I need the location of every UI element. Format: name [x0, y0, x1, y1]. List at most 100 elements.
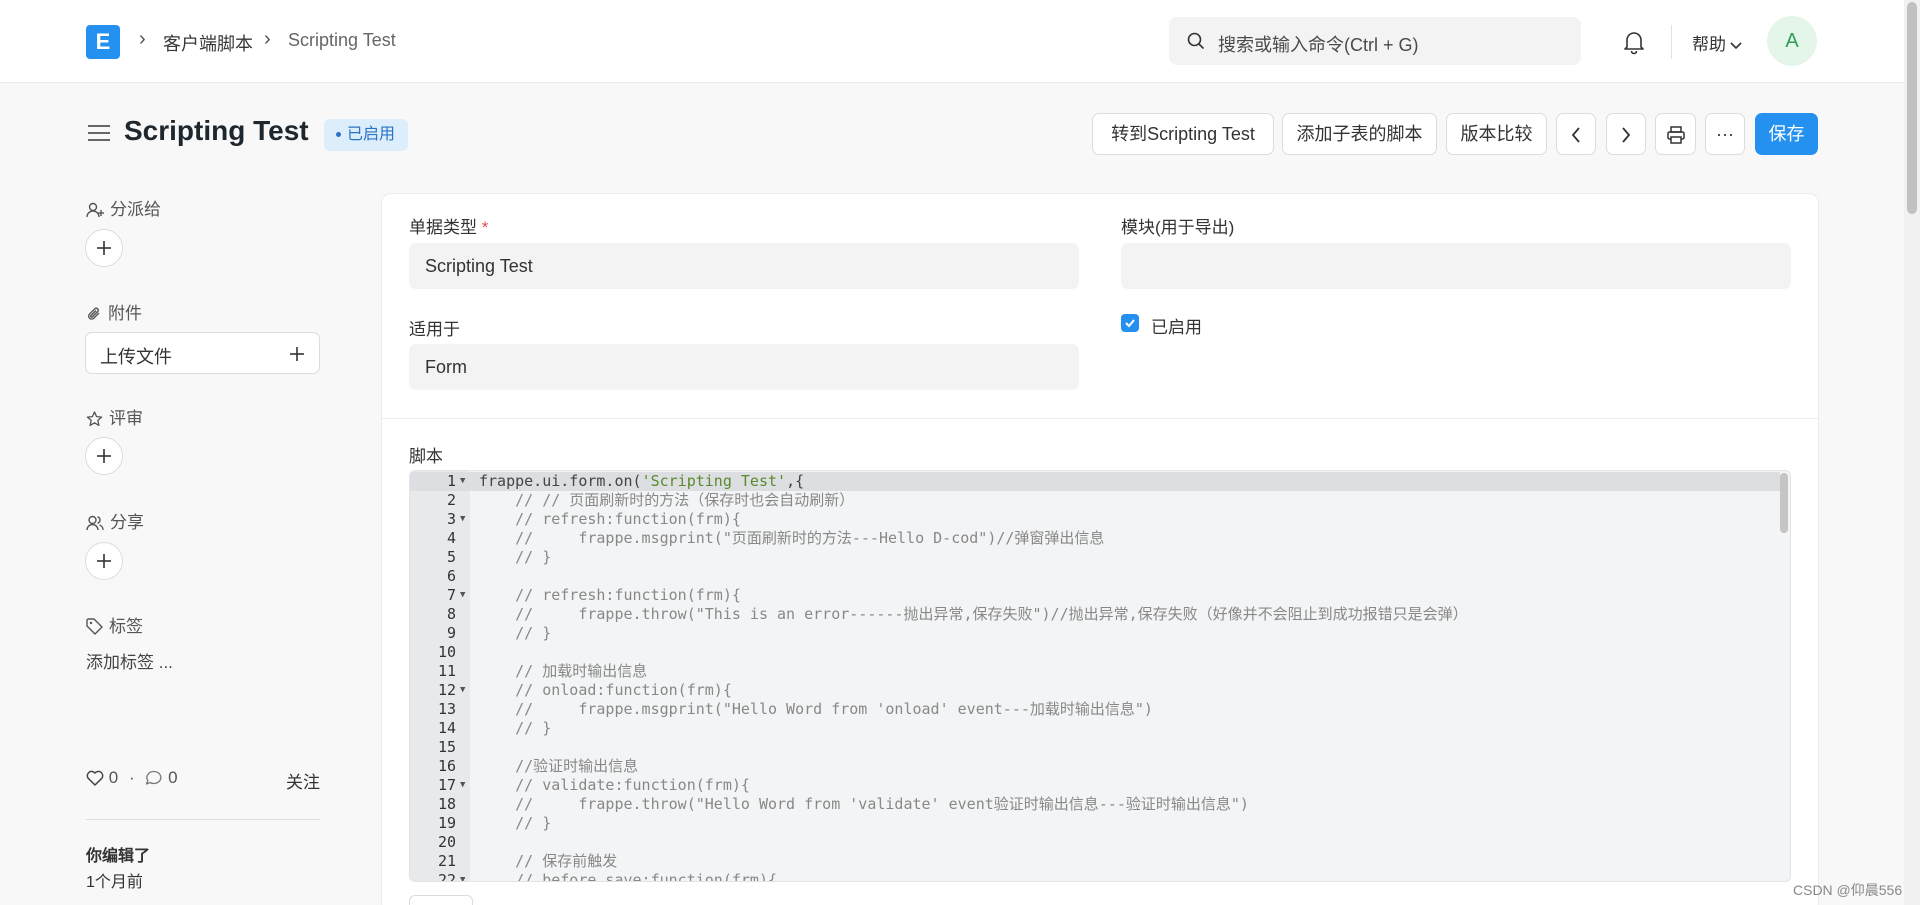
code-line[interactable]: 15 — [410, 738, 1780, 757]
line-number: 1 — [446, 472, 456, 490]
code-text: // } — [479, 719, 552, 737]
previous-button[interactable] — [1556, 113, 1596, 155]
chevron-right-icon — [1622, 127, 1631, 143]
status-dot — [336, 132, 341, 138]
help-menu[interactable]: 帮助 — [1692, 30, 1742, 55]
code-line[interactable]: 3 ▼ // refresh:function(frm){ — [410, 510, 1780, 529]
code-line[interactable]: 20 — [410, 833, 1780, 852]
apply-to-select[interactable]: Form — [409, 344, 1079, 390]
code-text: // before_save:function(frm){ — [479, 871, 778, 882]
code-line[interactable]: 10 — [410, 643, 1780, 662]
heart-icon[interactable] — [86, 770, 104, 786]
app-logo[interactable]: E — [86, 25, 120, 59]
required-asterisk: * — [481, 218, 489, 237]
attachments-section: 附件 — [86, 299, 142, 324]
fold-arrow-icon[interactable]: ▼ — [460, 510, 465, 529]
add-review-button[interactable] — [85, 437, 123, 475]
code-line[interactable]: 9 // } — [410, 624, 1780, 643]
line-number: 14 — [437, 719, 456, 737]
add-child-script-button[interactable]: 添加子表的脚本 — [1282, 113, 1437, 155]
comment-icon[interactable] — [145, 770, 163, 786]
code-line[interactable]: 11 // 加载时输出信息 — [410, 662, 1780, 681]
tags-label: 标签 — [109, 617, 143, 636]
code-text: // frappe.msgprint("Hello Word from 'onl… — [479, 700, 1153, 718]
line-number: 6 — [446, 567, 456, 585]
code-line[interactable]: 14 // } — [410, 719, 1780, 738]
comments-count: 0 — [168, 768, 178, 787]
code-line[interactable]: 17 ▼ // validate:function(frm){ — [410, 776, 1780, 795]
code-line[interactable]: 19 // } — [410, 814, 1780, 833]
line-number: 10 — [437, 643, 456, 661]
print-button[interactable] — [1655, 113, 1696, 155]
compare-versions-button[interactable]: 版本比较 — [1446, 113, 1547, 155]
next-button[interactable] — [1606, 113, 1646, 155]
code-line[interactable]: 1 ▼ frappe.ui.form.on('Scripting Test',{ — [410, 472, 1780, 491]
code-text: //验证时输出信息 — [479, 757, 639, 775]
code-line[interactable]: 16 //验证时输出信息 — [410, 757, 1780, 776]
code-editor[interactable]: 1 ▼ frappe.ui.form.on('Scripting Test',{2 … — [409, 470, 1791, 882]
line-number: 17 — [437, 776, 456, 794]
save-button[interactable]: 保存 — [1755, 113, 1818, 155]
script-label: 脚本 — [409, 447, 443, 466]
doctype-field[interactable]: Scripting Test — [409, 243, 1079, 289]
add-assignee-button[interactable] — [85, 229, 123, 267]
likes-comments: 0 · 0 — [86, 768, 178, 788]
tags-section: 标签 — [86, 612, 143, 637]
line-number: 9 — [446, 624, 456, 642]
code-text: // // 页面刷新时的方法（保存时也会自动刷新） — [479, 491, 855, 509]
code-line[interactable]: 12 ▼ // onload:function(frm){ — [410, 681, 1780, 700]
divider — [86, 819, 320, 820]
review-section: 评审 — [86, 404, 143, 429]
fold-arrow-icon[interactable]: ▼ — [460, 776, 465, 795]
code-line[interactable]: 13 // frappe.msgprint("Hello Word from '… — [410, 700, 1780, 719]
page-title: Scripting Test — [124, 115, 309, 146]
code-line[interactable]: 2 // // 页面刷新时的方法（保存时也会自动刷新） — [410, 491, 1780, 510]
attachments-label: 附件 — [108, 304, 142, 323]
avatar[interactable]: A — [1767, 16, 1817, 66]
module-field[interactable] — [1121, 243, 1791, 289]
fold-arrow-icon[interactable]: ▼ — [460, 681, 465, 700]
code-line[interactable]: 8 // frappe.throw("This is an error-----… — [410, 605, 1780, 624]
code-text: // validate:function(frm){ — [479, 776, 750, 794]
page-scrollbar[interactable] — [1904, 0, 1920, 905]
breadcrumb-client-script[interactable]: 客户端脚本 — [163, 30, 253, 56]
more-button[interactable]: ··· — [1705, 113, 1745, 155]
code-text: // frappe.throw("Hello Word from 'valida… — [479, 795, 1249, 813]
code-line[interactable]: 21 // 保存前触发 — [410, 852, 1780, 871]
add-share-button[interactable] — [85, 542, 123, 580]
upload-file-button[interactable]: 上传文件 — [85, 332, 320, 374]
line-number: 5 — [446, 548, 456, 566]
assign-label: 分派给 — [110, 200, 161, 219]
follow-link[interactable]: 关注 — [286, 768, 320, 793]
code-line[interactable]: 7 ▼ // refresh:function(frm){ — [410, 586, 1780, 605]
add-tag-link[interactable]: 添加标签 ... — [86, 648, 173, 673]
scrollbar-thumb[interactable] — [1907, 2, 1917, 214]
bell-icon[interactable] — [1622, 29, 1646, 55]
apply-to-label: 适用于 — [409, 320, 460, 339]
expand-button[interactable] — [409, 895, 473, 905]
code-line[interactable]: 5 // } — [410, 548, 1780, 567]
code-line[interactable]: 4 // frappe.msgprint("页面刷新时的方法---Hello D… — [410, 529, 1780, 548]
upload-label: 上传文件 — [100, 347, 172, 367]
hamburger-icon[interactable] — [88, 124, 110, 142]
enabled-label: 已启用 — [1151, 318, 1202, 337]
line-number: 21 — [437, 852, 456, 870]
doctype-label-text: 单据类型 — [409, 218, 477, 237]
fold-arrow-icon[interactable]: ▼ — [460, 586, 465, 605]
line-number: 3 — [446, 510, 456, 528]
enabled-checkbox[interactable] — [1121, 314, 1139, 332]
code-line[interactable]: 18 // frappe.throw("Hello Word from 'val… — [410, 795, 1780, 814]
code-text: // refresh:function(frm){ — [479, 510, 741, 528]
code-line[interactable]: 22 ▼ // before_save:function(frm){ — [410, 871, 1780, 882]
fold-arrow-icon[interactable]: ▼ — [460, 472, 465, 491]
code-line[interactable]: 6 — [410, 567, 1780, 586]
editor-scrollbar[interactable] — [1780, 473, 1788, 533]
search-placeholder: 搜索或输入命令(Ctrl + G) — [1218, 35, 1419, 55]
fold-arrow-icon[interactable]: ▼ — [460, 871, 465, 881]
goto-button[interactable]: 转到Scripting Test — [1092, 113, 1274, 155]
search-input[interactable]: 搜索或输入命令(Ctrl + G) — [1169, 17, 1581, 65]
breadcrumb-current[interactable]: Scripting Test — [288, 30, 396, 51]
line-number: 8 — [446, 605, 456, 623]
chevron-down-icon — [1730, 41, 1742, 49]
code-text: // 加载时输出信息 — [479, 662, 648, 680]
